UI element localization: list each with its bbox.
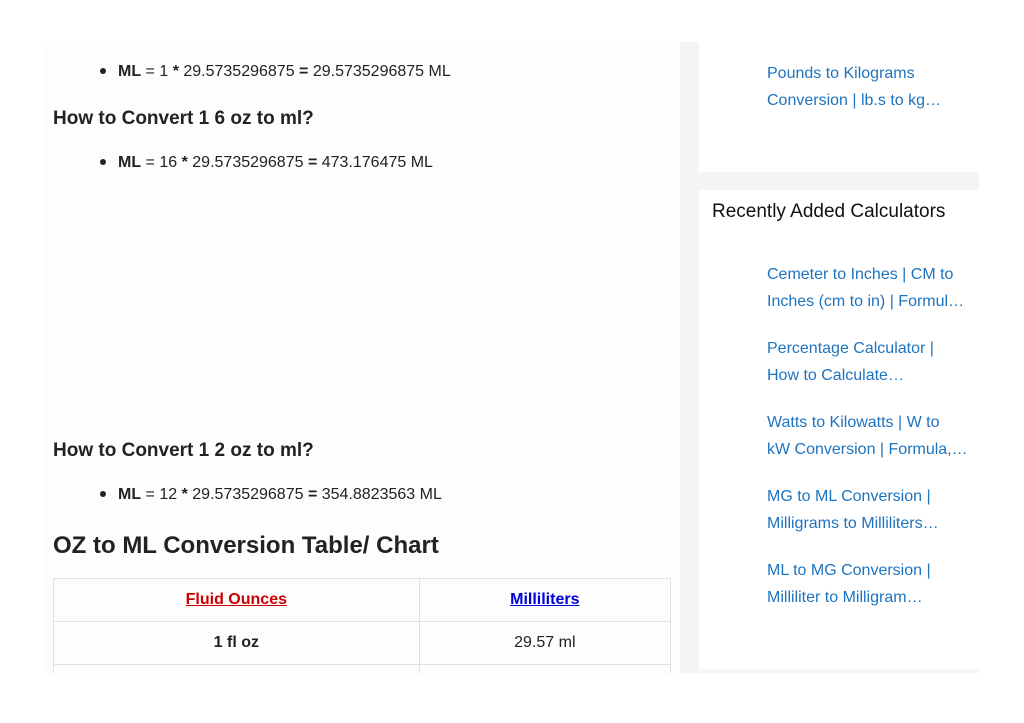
formula-result: 473.176475 ML [317, 154, 433, 171]
milliliters-link[interactable]: Milliliters [510, 591, 579, 608]
main-content: ML = 1 * 29.5735296875 = 29.5735296875 M… [44, 42, 680, 673]
sidebar-item-recent-calculator[interactable]: ML to MG Conversion | Milliliter to Milli… [767, 557, 972, 611]
table-heading: OZ to ML Conversion Table/ Chart [53, 532, 439, 559]
table-row-partial [53, 664, 672, 673]
formula-label: ML [118, 63, 142, 80]
section-heading-16oz: How to Convert 1 6 oz to ml? [53, 108, 314, 129]
layout-gutter [680, 42, 699, 673]
table-row: 1 fl oz 29.57 ml [53, 621, 672, 665]
fluid-ounces-link[interactable]: Fluid Ounces [186, 591, 287, 608]
conversion-table: Fluid Ounces Milliliters 1 fl oz 29.57 ml [53, 578, 672, 673]
formula-list-item: ML = 1 * 29.5735296875 = 29.5735296875 M… [100, 62, 451, 82]
oz-cell: 1 fl oz [53, 621, 420, 665]
sidebar-divider [699, 172, 979, 190]
table-header-row: Fluid Ounces Milliliters [53, 578, 672, 622]
sidebar-item-recent-calculator[interactable]: Percentage Calculator | How to Calculate… [767, 335, 972, 389]
formula-list-item: ML = 16 * 29.5735296875 = 473.176475 ML [100, 153, 433, 173]
formula-list-item: ML = 12 * 29.5735296875 = 354.8823563 ML [100, 485, 442, 505]
bullet-icon [100, 158, 106, 165]
bullet-icon [100, 67, 106, 74]
table-header-cell: Fluid Ounces [53, 578, 420, 622]
sidebar-item-recent-calculator[interactable]: Cemeter to Inches | CM to Inches (cm to i… [767, 261, 972, 315]
recent-calculators-heading: Recently Added Calculators [712, 201, 946, 222]
ml-cell: 29.57 ml [418, 621, 672, 665]
bullet-icon [100, 490, 106, 497]
table-header-cell: Milliliters [418, 578, 672, 622]
sidebar-link-pounds-to-kilograms[interactable]: Pounds to Kilograms Conversion | lb.s to… [767, 60, 972, 114]
section-heading-12oz: How to Convert 1 2 oz to ml? [53, 440, 314, 461]
sidebar-divider [699, 669, 979, 673]
formula-label: ML [118, 486, 142, 503]
formula-result: 29.5735296875 ML [308, 63, 451, 80]
formula-label: ML [118, 154, 142, 171]
sidebar-item-recent-calculator[interactable]: MG to ML Conversion | Milligrams to Milli… [767, 483, 972, 537]
formula-result: 354.8823563 ML [317, 486, 442, 503]
sidebar-item-recent-calculator[interactable]: Watts to Kilowatts | W to kW Conversion |… [767, 409, 972, 463]
